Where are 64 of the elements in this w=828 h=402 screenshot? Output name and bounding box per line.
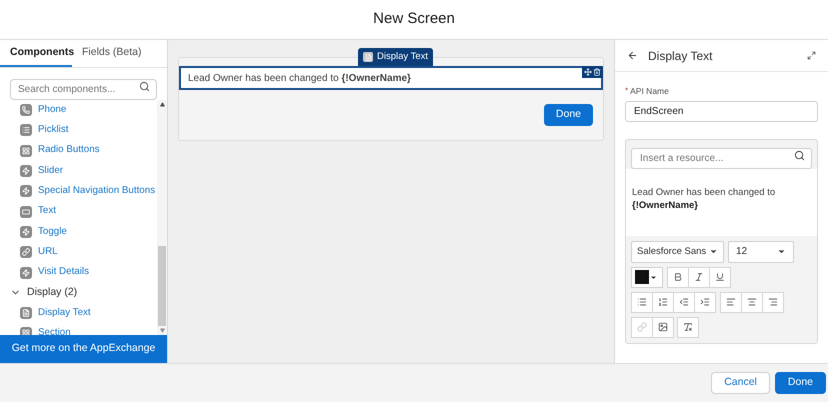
- component-item[interactable]: URL: [38, 244, 58, 260]
- component-icon: [20, 206, 32, 218]
- image-icon[interactable]: [652, 316, 674, 338]
- bullet-list-icon[interactable]: [631, 292, 653, 313]
- component-item[interactable]: Toggle: [38, 224, 67, 240]
- expand-icon[interactable]: [807, 51, 816, 60]
- component-item[interactable]: Section: [38, 326, 71, 335]
- align-center-icon[interactable]: [741, 292, 763, 313]
- component-icon: [20, 144, 32, 157]
- component-item[interactable]: Text: [38, 204, 56, 219]
- cancel-button[interactable]: Cancel: [711, 372, 770, 394]
- clear-format-icon[interactable]: [677, 316, 699, 338]
- window-title: New Screen: [373, 9, 455, 30]
- bold-icon[interactable]: [667, 266, 689, 288]
- component-item[interactable]: Slider: [38, 164, 64, 178]
- size-select[interactable]: 12: [728, 240, 794, 263]
- component-icon: [20, 246, 32, 258]
- api-name-label: API Name: [630, 85, 669, 98]
- done-button[interactable]: Done: [774, 372, 826, 394]
- caret-icon: [650, 274, 657, 281]
- move-icon[interactable]: [584, 68, 592, 76]
- underline-icon[interactable]: [709, 266, 731, 288]
- italic-icon[interactable]: [688, 266, 710, 288]
- editor-text[interactable]: Lead Owner has been changed to {!OwnerName}: [626, 168, 817, 236]
- component-icon: [20, 124, 32, 136]
- panel-title: Display Text: [648, 48, 714, 64]
- component-tag: Display Text: [358, 48, 434, 66]
- component-item[interactable]: Display Text: [38, 306, 91, 320]
- search-field[interactable]: Search components...: [10, 79, 157, 100]
- group-heading[interactable]: Display (2): [27, 284, 78, 301]
- component-item[interactable]: Picklist: [38, 123, 68, 138]
- scroll-down-icon[interactable]: [160, 328, 164, 333]
- api-name-field[interactable]: EndScreen: [625, 100, 818, 122]
- component-item[interactable]: Special Navigation Buttons: [38, 184, 156, 199]
- font-select[interactable]: Salesforce Sans: [631, 240, 724, 263]
- required-mark: *: [625, 85, 628, 97]
- component-icon: [20, 266, 32, 279]
- resource-search-field[interactable]: Insert a resource...: [631, 148, 812, 169]
- numbered-list-icon[interactable]: [652, 292, 674, 313]
- scrollbar[interactable]: [157, 100, 167, 335]
- delete-icon[interactable]: [593, 68, 601, 76]
- component-icon: [20, 104, 32, 116]
- document-icon: [364, 54, 372, 60]
- indent-icon[interactable]: [694, 292, 716, 313]
- display-text: Lead Owner has been changed to {!OwnerName}: [188, 72, 411, 86]
- done-button[interactable]: Done: [544, 104, 593, 126]
- sidebar-tab[interactable]: Components: [0, 40, 72, 67]
- component-icon: [20, 226, 32, 238]
- back-icon[interactable]: [627, 50, 638, 61]
- display-text-block[interactable]: Lead Owner has been changed to {!OwnerName}: [179, 66, 603, 90]
- align-right-icon[interactable]: [762, 292, 784, 313]
- scroll-up-icon[interactable]: [160, 102, 164, 107]
- outdent-icon[interactable]: [673, 292, 695, 313]
- search-icon: [139, 81, 150, 92]
- component-icon: [20, 165, 32, 178]
- component-icon: [20, 185, 32, 198]
- component-item[interactable]: Radio Buttons: [38, 143, 100, 158]
- component-item[interactable]: Phone: [38, 102, 66, 118]
- component-icon: [20, 307, 32, 320]
- color-picker[interactable]: [631, 266, 663, 288]
- appexchange-link[interactable]: Get more on the AppExchange: [0, 335, 167, 363]
- search-icon: [794, 150, 805, 161]
- component-item[interactable]: Visit Details: [38, 265, 89, 280]
- align-left-icon[interactable]: [720, 292, 742, 313]
